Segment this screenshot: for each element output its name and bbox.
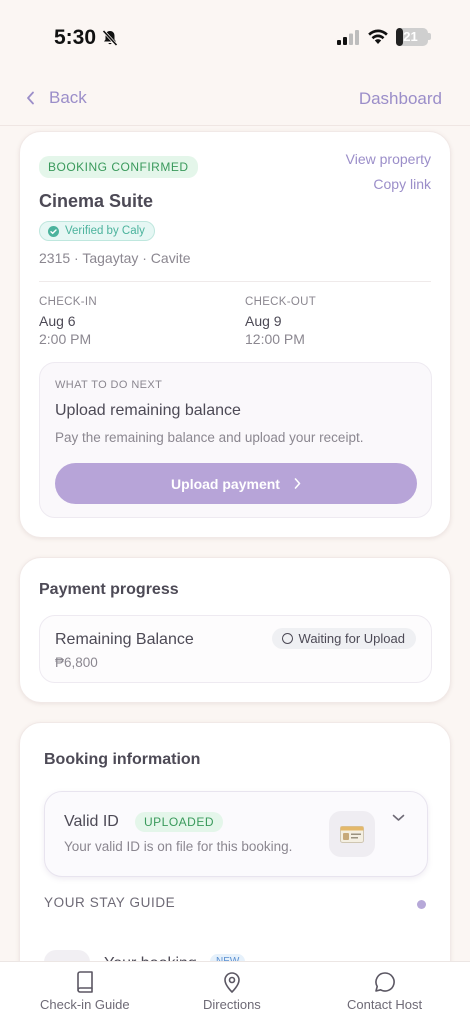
upload-payment-button[interactable]: Upload payment [55,463,417,504]
signal-icon [337,30,359,45]
check-circle-icon [48,225,59,237]
back-button[interactable]: Back [26,88,87,108]
bottom-tab-bar: Check-in Guide Directions Contact Host [0,961,470,1024]
upload-payment-label: Upload payment [171,475,280,492]
id-card-icon [340,825,364,843]
check-in-date: Aug 6 [39,313,76,329]
check-in-time: 2:00 PM [39,331,92,347]
chevron-left-icon [27,91,34,105]
tab-label: Directions [203,997,261,1012]
next-step-panel: WHAT TO DO NEXT Upload remaining balance… [39,362,432,518]
chevron-right-icon [294,478,301,489]
battery-indicator: 21 [396,28,428,46]
booking-card: BOOKING CONFIRMED View property Copy lin… [19,131,451,538]
next-step-title: Upload remaining balance [55,402,241,419]
valid-id-row[interactable]: Valid ID UPLOADED Your valid ID is on fi… [44,791,428,877]
property-title: Cinema Suite [39,191,154,211]
payment-status-label: Waiting for Upload [298,631,405,646]
remaining-balance-label: Remaining Balance [55,631,194,648]
view-property-link[interactable]: View property [346,151,431,167]
pending-circle-icon [281,633,293,644]
map-pin-icon [224,972,240,993]
payment-progress-title: Payment progress [39,581,179,598]
check-out-label: CHECK-OUT [245,296,317,308]
chevron-down-icon[interactable] [392,814,405,822]
chat-icon [374,972,395,992]
tab-label: Check-in Guide [40,997,130,1012]
next-step-label: WHAT TO DO NEXT [55,379,163,391]
tab-check-in-guide[interactable]: Check-in Guide [40,971,130,1012]
check-in-label: CHECK-IN [39,296,97,308]
status-bar: 5:30 21 [0,0,470,72]
divider [39,281,431,282]
remaining-balance-value: ₱6,800 [55,655,98,670]
id-card-thumbnail [329,811,375,857]
booking-status-badge: BOOKING CONFIRMED [39,156,198,178]
check-out-time: 12:00 PM [245,331,305,347]
booking-information-title: Booking information [44,751,201,768]
check-out-date: Aug 9 [245,313,282,329]
book-icon [76,971,93,993]
payment-status-badge: Waiting for Upload [271,628,416,649]
tab-label: Contact Host [347,997,423,1012]
wifi-icon [368,29,388,44]
status-time: 5:30 [54,26,97,49]
back-label: Back [49,88,87,107]
valid-id-title: Valid ID [64,813,119,830]
verified-label: Verified by Caly [65,225,145,237]
copy-link[interactable]: Copy link [373,176,431,192]
payment-progress-card: Payment progress Remaining Balance ₱6,80… [19,557,451,703]
indicator-dot [417,900,426,909]
valid-id-description: Your valid ID is on file for this bookin… [64,839,293,854]
next-step-description: Pay the remaining balance and upload you… [55,430,364,445]
bell-muted-icon [102,29,118,47]
top-nav: Back Dashboard [0,72,470,126]
verified-badge: Verified by Caly [39,221,155,241]
tab-contact-host[interactable]: Contact Host [347,971,422,1012]
dashboard-link[interactable]: Dashboard [359,89,442,109]
stay-guide-label: YOUR STAY GUIDE [44,895,176,910]
property-address: 2315 · Tagaytay · Cavite [39,250,191,266]
battery-cap [428,33,431,40]
uploaded-badge: UPLOADED [135,812,224,832]
remaining-balance-row: Remaining Balance ₱6,800 Waiting for Upl… [39,615,432,683]
tab-directions[interactable]: Directions [203,971,261,1012]
